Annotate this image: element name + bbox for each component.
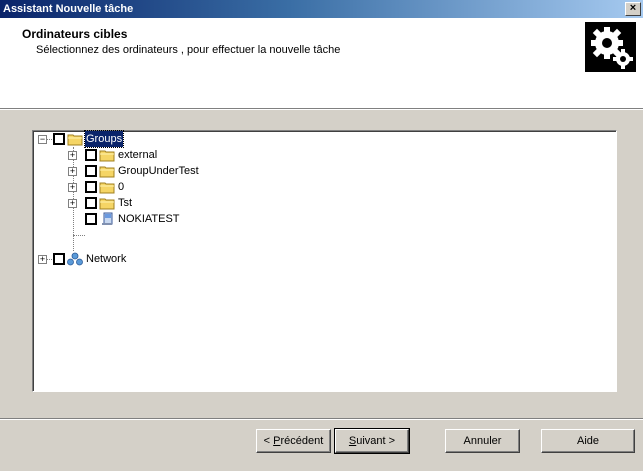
checkbox[interactable]: [85, 181, 97, 193]
tree-item-label: GroupUnderTest: [118, 165, 199, 177]
tree-item-tst[interactable]: + Tst: [33, 195, 333, 211]
footer-divider: [0, 418, 643, 420]
network-icon: [67, 252, 83, 266]
back-button-prefix: <: [263, 435, 274, 447]
tree-item-label: Network: [86, 253, 127, 265]
collapse-toggle[interactable]: −: [38, 135, 47, 144]
next-button-rest: uivant >: [356, 435, 396, 447]
checkbox[interactable]: [53, 133, 65, 145]
close-button[interactable]: ×: [625, 2, 641, 16]
tree-item-groupundertest[interactable]: + GroupUnderTest: [33, 163, 333, 179]
checkbox[interactable]: [85, 165, 97, 177]
checkbox[interactable]: [85, 149, 97, 161]
page-subtitle: Sélectionnez des ordinateurs , pour effe…: [36, 44, 341, 56]
expand-toggle[interactable]: +: [68, 199, 77, 208]
tree-item-label: external: [118, 149, 158, 161]
header-divider: [0, 108, 643, 110]
computer-icon: [102, 212, 113, 225]
tree-item-nokiatest[interactable]: NOKIATEST: [33, 211, 333, 227]
expand-toggle[interactable]: +: [68, 183, 77, 192]
title-bar[interactable]: Assistant Nouvelle tâche ×: [0, 0, 643, 18]
tree-item-label: 0: [118, 181, 125, 193]
expand-toggle[interactable]: +: [68, 167, 77, 176]
back-button-rest: récédent: [280, 435, 324, 447]
checkbox[interactable]: [53, 253, 65, 265]
tree-item-network[interactable]: + Network: [33, 251, 333, 267]
folder-icon: [99, 182, 115, 194]
computer-tree[interactable]: − Groups + external + GroupUnderTest + 0…: [32, 130, 617, 392]
expand-toggle[interactable]: +: [38, 255, 47, 264]
expand-toggle[interactable]: +: [68, 151, 77, 160]
folder-icon: [99, 198, 115, 210]
checkbox[interactable]: [85, 213, 97, 225]
tree-item-label: NOKIATEST: [118, 213, 180, 225]
window-title: Assistant Nouvelle tâche: [3, 3, 134, 15]
gears-icon: [585, 22, 636, 72]
tree-item-groups[interactable]: − Groups: [33, 130, 333, 148]
wizard-window: Assistant Nouvelle tâche × Ordinateurs c…: [0, 0, 643, 471]
tree-connector: [73, 235, 85, 236]
back-button[interactable]: < Précédent: [256, 429, 331, 453]
back-button-accel: P: [273, 435, 281, 447]
checkbox[interactable]: [85, 197, 97, 209]
folder-icon: [99, 150, 115, 162]
wizard-header: Ordinateurs cibles Sélectionnez des ordi…: [0, 18, 643, 108]
tree-item-external[interactable]: + external: [33, 147, 333, 163]
folder-icon: [99, 166, 115, 178]
tree-item-label: Groups: [83, 130, 125, 148]
next-button[interactable]: Suivant >: [334, 428, 410, 454]
cancel-button[interactable]: Annuler: [445, 429, 520, 453]
tree-item-0[interactable]: + 0: [33, 179, 333, 195]
help-button[interactable]: Aide: [541, 429, 635, 453]
tree-item-label: Tst: [118, 197, 133, 209]
page-title: Ordinateurs cibles: [22, 27, 128, 41]
folder-icon: [67, 134, 83, 146]
